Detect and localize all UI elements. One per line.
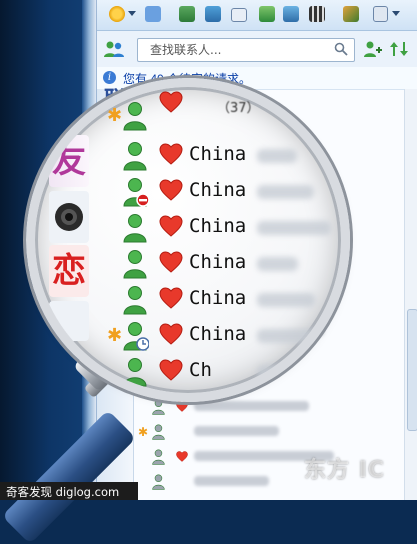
contact-name: China: [189, 323, 247, 345]
avatar: [123, 286, 147, 315]
contact-name: China: [189, 179, 247, 201]
watermark-bar: 奇客发现 diglog.com: [0, 482, 138, 500]
paint-icon[interactable]: [343, 6, 359, 22]
watermark-left: 奇客发现 diglog.com: [6, 485, 120, 499]
star-icon: ✱: [107, 325, 123, 346]
scrollbar-thumb[interactable]: [407, 309, 417, 431]
blurred-text: [257, 221, 331, 235]
blurred-text: [257, 365, 299, 379]
blurred-text: [257, 257, 298, 271]
avatar: [152, 474, 165, 490]
tab-friends[interactable]: 友: [49, 135, 89, 187]
video-icon[interactable]: [309, 6, 325, 22]
export-chevron-down-icon[interactable]: [392, 11, 400, 16]
camera-icon: [55, 203, 83, 231]
people-icon[interactable]: [179, 6, 195, 22]
blurred-text: [257, 329, 332, 343]
list-item[interactable]: ✱: [107, 87, 341, 131]
avatar: [152, 399, 165, 415]
add-contact-button[interactable]: [363, 40, 383, 58]
contact-row[interactable]: China: [107, 175, 341, 211]
heart-icon: [159, 91, 183, 113]
heart-icon: [159, 215, 183, 237]
magnified-view: 友 恋 （37） ✱ China China China China China ✱ Chin…: [35, 87, 341, 393]
app-icon[interactable]: [145, 6, 161, 22]
contact-row[interactable]: ✱ China: [107, 319, 341, 355]
contact-row[interactable]: China: [107, 139, 341, 175]
star-icon: ✱: [138, 425, 149, 439]
photo-icon[interactable]: [259, 6, 275, 22]
avatar: [123, 250, 147, 279]
contact-name: China: [189, 143, 247, 165]
contact-row[interactable]: Ch: [107, 355, 341, 391]
contact-row[interactable]: China: [107, 283, 341, 319]
toolbar: [97, 0, 417, 31]
contact-name: China: [189, 287, 247, 309]
export-icon[interactable]: [373, 6, 388, 22]
search-bar: [97, 31, 417, 68]
magnifier-lens: 友 恋 （37） ✱ China China China China China ✱ Chin…: [26, 78, 350, 402]
heart-icon: [159, 251, 183, 273]
heart-icon: [159, 287, 183, 309]
contact-row[interactable]: China: [107, 211, 341, 247]
mail-icon[interactable]: [231, 8, 247, 22]
users-icon[interactable]: [283, 6, 299, 22]
blurred-text: [194, 426, 279, 436]
search-icon[interactable]: [334, 42, 348, 56]
tab-camera[interactable]: [49, 191, 89, 243]
group-icon[interactable]: [205, 6, 221, 22]
star-icon: ✱: [107, 105, 123, 126]
heart-icon: [159, 359, 183, 381]
heart-icon: [176, 401, 188, 412]
scrollbar[interactable]: [404, 89, 417, 500]
avatar: [123, 358, 147, 387]
heart-icon: [159, 323, 183, 345]
blurred-text: [194, 401, 309, 411]
avatar: [123, 102, 147, 131]
avatar: [152, 424, 165, 440]
blurred-text: [194, 476, 269, 486]
avatar: [123, 214, 147, 243]
sort-button[interactable]: [389, 40, 409, 58]
heart-icon: [176, 451, 188, 462]
contact-row[interactable]: ✱: [134, 420, 404, 444]
contacts-icon[interactable]: [103, 40, 125, 58]
contact-name: Ch: [189, 359, 212, 381]
blurred-text: [257, 293, 315, 307]
tab-love[interactable]: 恋: [49, 245, 89, 297]
status-icon[interactable]: [109, 6, 125, 22]
avatar: [123, 178, 149, 207]
watermark-right: 东方 IC: [304, 458, 385, 483]
contact-name: China: [189, 251, 247, 273]
search-box[interactable]: [137, 38, 355, 62]
heart-icon: [159, 143, 183, 165]
tab-misc[interactable]: [49, 301, 89, 341]
contact-name: China: [189, 215, 247, 237]
search-input[interactable]: [148, 39, 332, 61]
avatar: [152, 449, 165, 465]
contact-row[interactable]: China: [107, 247, 341, 283]
heart-icon: [159, 179, 183, 201]
avatar: [123, 322, 149, 351]
blurred-text: [257, 185, 314, 199]
avatar: [123, 142, 147, 171]
status-chevron-down-icon[interactable]: [128, 11, 136, 16]
blurred-text: [257, 149, 297, 163]
